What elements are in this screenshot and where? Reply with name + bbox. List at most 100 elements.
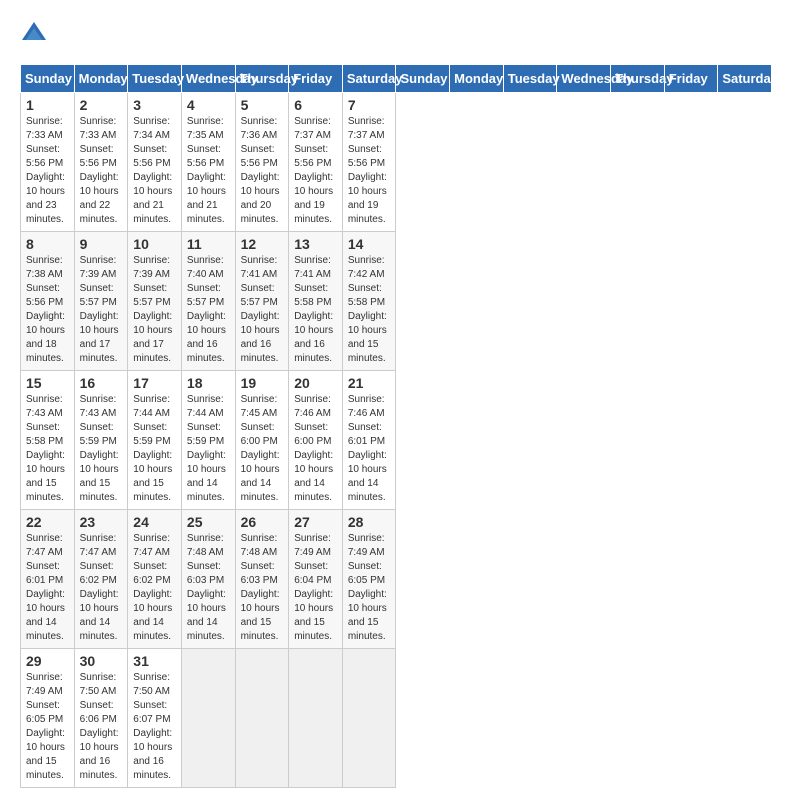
day-number: 4 — [187, 97, 230, 113]
day-number: 5 — [241, 97, 284, 113]
day-info: Sunrise: 7:44 AMSunset: 5:59 PMDaylight:… — [133, 393, 176, 505]
day-cell-27: 27 Sunrise: 7:49 AMSunset: 6:04 PMDaylig… — [289, 510, 343, 649]
calendar-table: SundayMondayTuesdayWednesdayThursdayFrid… — [20, 64, 772, 788]
col-saturday: Saturday — [718, 65, 772, 93]
day-info: Sunrise: 7:47 AMSunset: 6:02 PMDaylight:… — [80, 532, 123, 644]
day-info: Sunrise: 7:48 AMSunset: 6:03 PMDaylight:… — [187, 532, 230, 644]
day-number: 28 — [348, 514, 391, 530]
day-info: Sunrise: 7:43 AMSunset: 5:59 PMDaylight:… — [80, 393, 123, 505]
day-info: Sunrise: 7:36 AMSunset: 5:56 PMDaylight:… — [241, 115, 284, 227]
day-cell-15: 15 Sunrise: 7:43 AMSunset: 5:58 PMDaylig… — [21, 371, 75, 510]
empty-cell — [235, 649, 289, 788]
day-cell-16: 16 Sunrise: 7:43 AMSunset: 5:59 PMDaylig… — [74, 371, 128, 510]
day-number: 2 — [80, 97, 123, 113]
header-row: SundayMondayTuesdayWednesdayThursdayFrid… — [21, 65, 772, 93]
col-friday: Friday — [664, 65, 718, 93]
col-thursday: Thursday — [611, 65, 665, 93]
day-info: Sunrise: 7:34 AMSunset: 5:56 PMDaylight:… — [133, 115, 176, 227]
day-cell-14: 14 Sunrise: 7:42 AMSunset: 5:58 PMDaylig… — [342, 232, 396, 371]
day-info: Sunrise: 7:49 AMSunset: 6:05 PMDaylight:… — [348, 532, 391, 644]
day-cell-26: 26 Sunrise: 7:48 AMSunset: 6:03 PMDaylig… — [235, 510, 289, 649]
day-info: Sunrise: 7:38 AMSunset: 5:56 PMDaylight:… — [26, 254, 69, 366]
day-number: 11 — [187, 236, 230, 252]
week-row-5: 29 Sunrise: 7:49 AMSunset: 6:05 PMDaylig… — [21, 649, 772, 788]
empty-cell — [342, 649, 396, 788]
day-info: Sunrise: 7:37 AMSunset: 5:56 PMDaylight:… — [348, 115, 391, 227]
col-sunday: Sunday — [396, 65, 450, 93]
day-number: 1 — [26, 97, 69, 113]
day-number: 15 — [26, 375, 69, 391]
day-info: Sunrise: 7:43 AMSunset: 5:58 PMDaylight:… — [26, 393, 69, 505]
day-info: Sunrise: 7:50 AMSunset: 6:06 PMDaylight:… — [80, 671, 123, 783]
col-wednesday: Wednesday — [557, 65, 611, 93]
day-info: Sunrise: 7:41 AMSunset: 5:57 PMDaylight:… — [241, 254, 284, 366]
col-header-thursday: Thursday — [235, 65, 289, 93]
day-cell-22: 22 Sunrise: 7:47 AMSunset: 6:01 PMDaylig… — [21, 510, 75, 649]
day-cell-25: 25 Sunrise: 7:48 AMSunset: 6:03 PMDaylig… — [181, 510, 235, 649]
col-monday: Monday — [450, 65, 504, 93]
day-number: 27 — [294, 514, 337, 530]
day-info: Sunrise: 7:35 AMSunset: 5:56 PMDaylight:… — [187, 115, 230, 227]
day-number: 22 — [26, 514, 69, 530]
day-cell-3: 3 Sunrise: 7:34 AMSunset: 5:56 PMDayligh… — [128, 93, 182, 232]
day-cell-30: 30 Sunrise: 7:50 AMSunset: 6:06 PMDaylig… — [74, 649, 128, 788]
day-number: 9 — [80, 236, 123, 252]
day-number: 12 — [241, 236, 284, 252]
day-number: 29 — [26, 653, 69, 669]
day-number: 16 — [80, 375, 123, 391]
day-number: 3 — [133, 97, 176, 113]
day-cell-19: 19 Sunrise: 7:45 AMSunset: 6:00 PMDaylig… — [235, 371, 289, 510]
day-cell-8: 8 Sunrise: 7:38 AMSunset: 5:56 PMDayligh… — [21, 232, 75, 371]
day-number: 6 — [294, 97, 337, 113]
week-row-1: 1 Sunrise: 7:33 AMSunset: 5:56 PMDayligh… — [21, 93, 772, 232]
day-info: Sunrise: 7:37 AMSunset: 5:56 PMDaylight:… — [294, 115, 337, 227]
day-info: Sunrise: 7:49 AMSunset: 6:05 PMDaylight:… — [26, 671, 69, 783]
day-info: Sunrise: 7:46 AMSunset: 6:01 PMDaylight:… — [348, 393, 391, 505]
week-row-4: 22 Sunrise: 7:47 AMSunset: 6:01 PMDaylig… — [21, 510, 772, 649]
day-cell-11: 11 Sunrise: 7:40 AMSunset: 5:57 PMDaylig… — [181, 232, 235, 371]
col-header-wednesday: Wednesday — [181, 65, 235, 93]
col-header-friday: Friday — [289, 65, 343, 93]
day-number: 23 — [80, 514, 123, 530]
col-header-monday: Monday — [74, 65, 128, 93]
day-info: Sunrise: 7:48 AMSunset: 6:03 PMDaylight:… — [241, 532, 284, 644]
day-number: 30 — [80, 653, 123, 669]
day-info: Sunrise: 7:33 AMSunset: 5:56 PMDaylight:… — [26, 115, 69, 227]
col-tuesday: Tuesday — [503, 65, 557, 93]
day-cell-31: 31 Sunrise: 7:50 AMSunset: 6:07 PMDaylig… — [128, 649, 182, 788]
day-number: 19 — [241, 375, 284, 391]
day-cell-5: 5 Sunrise: 7:36 AMSunset: 5:56 PMDayligh… — [235, 93, 289, 232]
day-info: Sunrise: 7:41 AMSunset: 5:58 PMDaylight:… — [294, 254, 337, 366]
day-cell-2: 2 Sunrise: 7:33 AMSunset: 5:56 PMDayligh… — [74, 93, 128, 232]
day-info: Sunrise: 7:50 AMSunset: 6:07 PMDaylight:… — [133, 671, 176, 783]
day-info: Sunrise: 7:40 AMSunset: 5:57 PMDaylight:… — [187, 254, 230, 366]
day-number: 31 — [133, 653, 176, 669]
day-number: 20 — [294, 375, 337, 391]
day-cell-29: 29 Sunrise: 7:49 AMSunset: 6:05 PMDaylig… — [21, 649, 75, 788]
day-cell-1: 1 Sunrise: 7:33 AMSunset: 5:56 PMDayligh… — [21, 93, 75, 232]
week-row-2: 8 Sunrise: 7:38 AMSunset: 5:56 PMDayligh… — [21, 232, 772, 371]
day-cell-20: 20 Sunrise: 7:46 AMSunset: 6:00 PMDaylig… — [289, 371, 343, 510]
day-number: 13 — [294, 236, 337, 252]
day-cell-28: 28 Sunrise: 7:49 AMSunset: 6:05 PMDaylig… — [342, 510, 396, 649]
day-info: Sunrise: 7:39 AMSunset: 5:57 PMDaylight:… — [80, 254, 123, 366]
day-info: Sunrise: 7:42 AMSunset: 5:58 PMDaylight:… — [348, 254, 391, 366]
day-number: 10 — [133, 236, 176, 252]
day-cell-24: 24 Sunrise: 7:47 AMSunset: 6:02 PMDaylig… — [128, 510, 182, 649]
col-header-tuesday: Tuesday — [128, 65, 182, 93]
day-number: 8 — [26, 236, 69, 252]
day-cell-7: 7 Sunrise: 7:37 AMSunset: 5:56 PMDayligh… — [342, 93, 396, 232]
day-cell-18: 18 Sunrise: 7:44 AMSunset: 5:59 PMDaylig… — [181, 371, 235, 510]
empty-cell — [289, 649, 343, 788]
day-info: Sunrise: 7:49 AMSunset: 6:04 PMDaylight:… — [294, 532, 337, 644]
day-cell-13: 13 Sunrise: 7:41 AMSunset: 5:58 PMDaylig… — [289, 232, 343, 371]
day-info: Sunrise: 7:46 AMSunset: 6:00 PMDaylight:… — [294, 393, 337, 505]
day-info: Sunrise: 7:39 AMSunset: 5:57 PMDaylight:… — [133, 254, 176, 366]
day-info: Sunrise: 7:44 AMSunset: 5:59 PMDaylight:… — [187, 393, 230, 505]
day-info: Sunrise: 7:47 AMSunset: 6:01 PMDaylight:… — [26, 532, 69, 644]
day-cell-23: 23 Sunrise: 7:47 AMSunset: 6:02 PMDaylig… — [74, 510, 128, 649]
day-number: 7 — [348, 97, 391, 113]
day-number: 14 — [348, 236, 391, 252]
day-info: Sunrise: 7:33 AMSunset: 5:56 PMDaylight:… — [80, 115, 123, 227]
day-number: 26 — [241, 514, 284, 530]
